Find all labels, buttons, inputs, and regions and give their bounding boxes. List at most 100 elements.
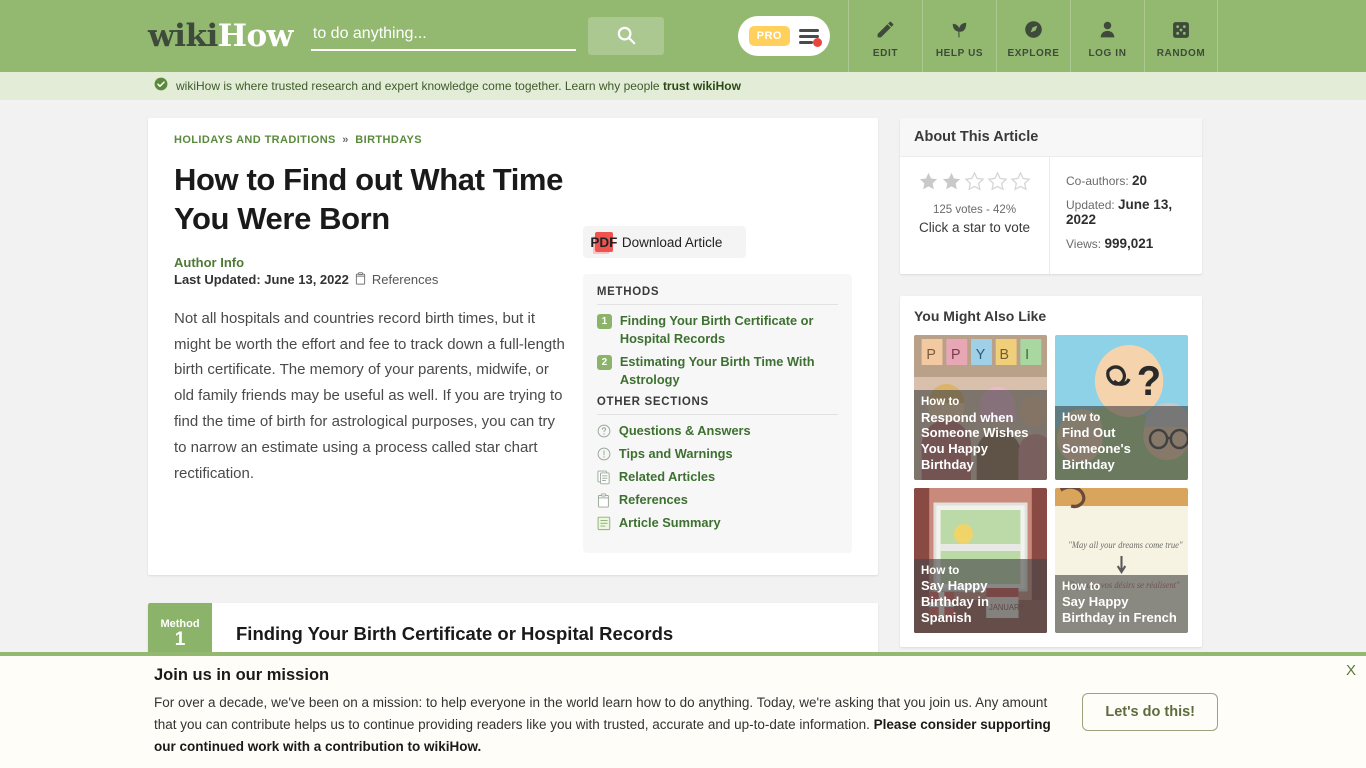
compass-icon [1023,18,1044,42]
toc-tips-warnings-label: Tips and Warnings [618,445,733,461]
nav-item-random[interactable]: RANDOM [1144,0,1218,72]
hamburger-icon [799,28,822,47]
trust-link[interactable]: trust wikiHow [663,79,741,93]
search-icon [615,24,637,49]
nav-label-random: RANDOM [1156,47,1206,59]
views-label: Views: [1066,237,1102,251]
toc-article-summary-label: Article Summary [618,515,721,531]
ymal-item-4[interactable]: "May all your dreams come true" "Que tou… [1055,488,1188,633]
page-root: wikiHow PRO [0,0,1366,768]
trust-text-body: wikiHow is where trusted research and ex… [176,79,663,93]
breadcrumb: HOLIDAYS AND TRADITIONS » BIRTHDAYS [174,134,565,146]
table-of-contents: METHODS 1 Finding Your Birth Certificate… [582,274,852,554]
ymal-item-2-title: Find Out Someone's Birthday [1062,425,1131,473]
references-icon [355,271,366,288]
download-article-label: Download Article [621,234,723,250]
pencil-icon [875,18,896,42]
svg-text:Y: Y [976,347,986,363]
views-row: Views: 999,021 [1066,236,1202,251]
toc-references-label: References [618,492,688,508]
star-icon-3[interactable] [964,171,985,197]
clipboard-icon [597,493,611,508]
about-this-article-card: About This Article 125 votes - 42% Click… [900,118,1202,274]
summary-icon [597,516,611,531]
search-input[interactable] [310,21,576,51]
pro-menu-button[interactable]: PRO [737,16,830,56]
toc-method-1[interactable]: 1 Finding Your Birth Certificate or Hosp… [596,312,838,348]
star-icon-2[interactable] [941,171,962,197]
coauthors-label: Co-authors: [1066,174,1129,188]
breadcrumb-item-holidays[interactable]: HOLIDAYS AND TRADITIONS [174,134,336,146]
nav-item-help-us[interactable]: HELP US [922,0,996,72]
ymal-item-1[interactable]: P P Y B I How to Respond when Someone Wi… [914,335,1047,480]
rating-area: 125 votes - 42% Click a star to vote [900,157,1050,274]
toc-questions-answers[interactable]: Questions & Answers [597,422,838,440]
you-might-also-like-card: You Might Also Like P P Y B I How to Res… [900,296,1202,647]
references-link[interactable]: References [372,272,438,287]
toc-related-articles[interactable]: Related Articles [597,468,838,486]
toc-method-1-label: Finding Your Birth Certificate or Hospit… [619,313,814,347]
toc-method-2[interactable]: 2 Estimating Your Birth Time With Astrol… [596,353,838,389]
ymal-item-4-prefix: How to [1062,580,1101,593]
toc-method-2-label: Estimating Your Birth Time With Astrolog… [619,354,815,388]
article-meta: Last Updated: June 13, 2022 References [174,271,565,288]
nav-item-explore[interactable]: EXPLORE [996,0,1070,72]
donation-banner-title: Join us in our mission [154,666,330,684]
toc-related-articles-label: Related Articles [618,468,716,484]
updated-label: Updated: [1066,198,1115,212]
toc-references[interactable]: References [597,491,838,509]
ymal-item-2[interactable]: ? How to Find Out Someone's Birthday [1055,335,1188,480]
toc-tips-warnings[interactable]: Tips and Warnings [597,445,838,463]
donate-button[interactable]: Let's do this! [1082,693,1218,731]
nav-label-explore: EXPLORE [1007,47,1060,59]
star-icon-5[interactable] [1010,171,1031,197]
user-icon [1097,18,1118,42]
dice-icon [1171,18,1191,42]
toc-other-heading: OTHER SECTIONS [596,396,838,415]
logo-how-text: How [217,18,294,54]
toc-article-summary[interactable]: Article Summary [597,514,838,532]
pages-icon [597,470,611,485]
svg-text:?: ? [1137,357,1161,404]
about-heading: About This Article [900,118,1202,157]
nav-label-help-us: HELP US [935,47,984,59]
logo-wiki-text: wiki [148,18,218,54]
search-area [310,0,738,72]
page-content: HOLIDAYS AND TRADITIONS » BIRTHDAYS How … [148,100,1218,688]
views-value: 999,021 [1104,236,1154,251]
ymal-item-3[interactable]: JANUARY How to Say Happy Birthday in Spa… [914,488,1047,633]
header-nav: EDIT HELP US EXPLORE LOG IN RANDOM [848,0,1218,72]
svg-text:"May all your dreams come true: "May all your dreams come true" [1068,540,1183,550]
nav-item-edit[interactable]: EDIT [848,0,922,72]
download-article-button[interactable]: PDF Download Article [582,226,746,258]
question-circle-icon [597,424,611,439]
nav-item-log-in[interactable]: LOG IN [1070,0,1144,72]
intro-paragraph: Not all hospitals and countries record b… [174,309,565,482]
search-button[interactable] [587,17,664,55]
ymal-heading: You Might Also Like [914,308,1047,324]
wikihow-logo[interactable]: wiki How [148,0,311,72]
site-header: wikiHow PRO [0,0,1366,72]
donation-banner: X Join us in our mission For over a deca… [0,652,1366,768]
ymal-item-2-caption: How to Find Out Someone's Birthday [1055,406,1188,480]
breadcrumb-item-birthdays[interactable]: BIRTHDAYS [355,134,422,146]
breadcrumb-separator: » [342,134,349,146]
close-icon[interactable]: X [1346,662,1356,679]
star-icon-1[interactable] [918,171,939,197]
page-title: How to Find out What Time You Were Born [174,162,563,237]
ymal-item-4-caption: How to Say Happy Birthday in French [1055,574,1188,633]
toc-method-2-number: 2 [596,355,612,371]
notification-dot [813,37,822,47]
svg-text:I: I [1025,347,1029,363]
toc-method-1-number: 1 [596,314,612,329]
coauthors-row: Co-authors: 20 [1066,173,1202,188]
sprout-icon [948,18,971,42]
pro-badge: PRO [748,26,790,46]
updated-row: Updated: June 13, 2022 [1066,197,1202,227]
vote-cta-text[interactable]: Click a star to vote [912,220,1037,235]
star-rating[interactable] [912,171,1037,197]
author-info-link[interactable]: Author Info [174,255,565,270]
star-icon-4[interactable] [987,171,1008,197]
nav-label-edit: EDIT [872,47,899,59]
nav-label-log-in: LOG IN [1088,47,1127,59]
